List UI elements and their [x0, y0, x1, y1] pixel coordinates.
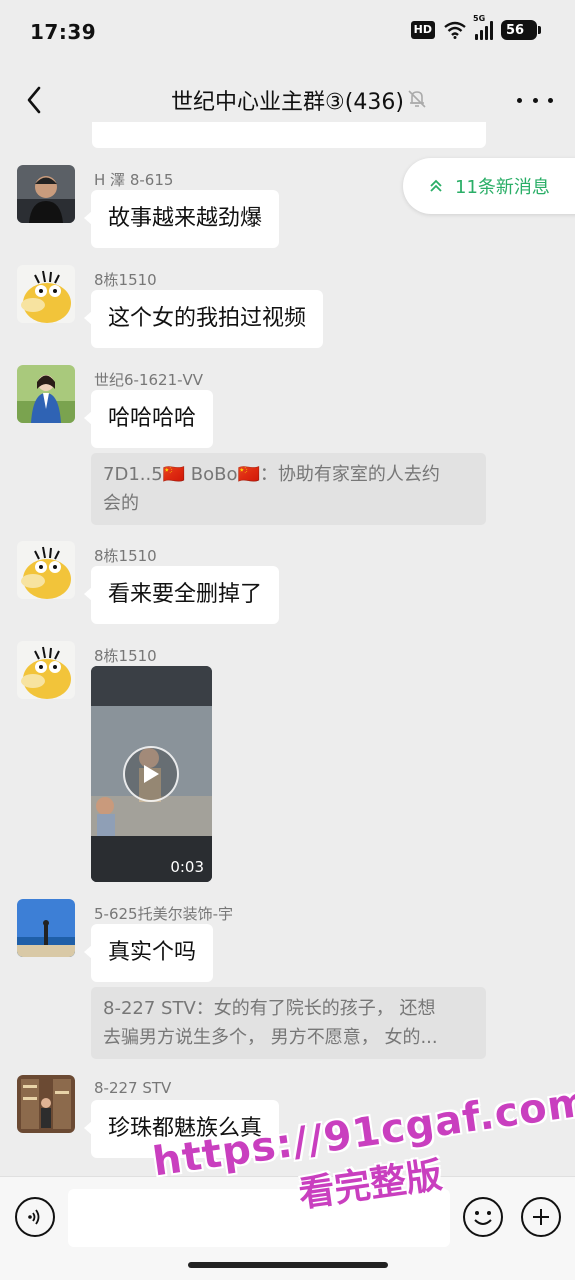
more-options-button[interactable]: [517, 86, 553, 114]
play-icon: [144, 765, 159, 783]
status-time: 17:39: [30, 20, 97, 44]
emoji-button[interactable]: [463, 1197, 503, 1237]
more-actions-button[interactable]: [521, 1197, 561, 1237]
avatar[interactable]: [17, 541, 75, 599]
voice-input-button[interactable]: [15, 1197, 55, 1237]
more-dot-icon: [517, 97, 522, 103]
voice-icon: [28, 1209, 40, 1225]
quoted-message[interactable]: 7D1..5🇨🇳 BoBo🇨🇳：协助有家室的人去约 会的: [91, 453, 486, 525]
hd-badge: HD: [410, 21, 435, 39]
message-bubble[interactable]: 珍珠都魅族么真: [83, 1100, 280, 1158]
wifi-icon: [444, 21, 466, 39]
status-icons: HD 5G 56: [410, 14, 541, 40]
quote-line: 8-227 STV：女的有了院长的孩子， 还想: [103, 998, 436, 1019]
sender-name: H 澤 8-615: [94, 171, 174, 189]
avatar[interactable]: [17, 899, 75, 957]
video-message[interactable]: 0:03: [91, 666, 212, 882]
quoted-message[interactable]: 8-227 STV：女的有了院长的孩子， 还想 去骗男方说生多个， 男方不愿意，…: [91, 987, 486, 1059]
battery-icon: 56: [501, 20, 541, 40]
play-button[interactable]: [123, 746, 179, 802]
video-duration: 0:03: [170, 858, 204, 876]
avatar[interactable]: [17, 165, 75, 223]
network-type: 5G: [473, 14, 486, 23]
sender-name: 5-625托美尔装饰-宇: [94, 905, 233, 923]
new-messages-button[interactable]: 11条新消息: [403, 158, 575, 214]
status-bar: 17:39 HD 5G 56: [0, 0, 575, 66]
sender-name: 8-227 STV: [94, 1079, 172, 1097]
more-dot-icon: [532, 97, 538, 103]
message-bubble[interactable]: 真实个吗: [83, 924, 214, 982]
double-chevron-up-icon: [430, 179, 442, 192]
message-bubble[interactable]: 看来要全删掉了: [83, 566, 280, 624]
chat-title: 世纪中心业主群③(436): [171, 90, 404, 115]
plus-icon: [533, 1209, 549, 1225]
sender-name: 8栋1510: [94, 647, 157, 665]
more-dot-icon: [548, 97, 553, 103]
sender-name: 世纪6-1621-VV: [94, 371, 204, 389]
new-messages-label: 11条新消息: [455, 177, 550, 198]
avatar[interactable]: [17, 365, 75, 423]
home-indicator: [188, 1262, 388, 1268]
message-input[interactable]: [68, 1189, 450, 1247]
message-bubble[interactable]: 这个女的我拍过视频: [83, 290, 324, 348]
avatar[interactable]: [17, 265, 75, 323]
quote-line: 去骗男方说生多个， 男方不愿意， 女的...: [103, 1027, 438, 1048]
quote-line: 7D1..5🇨🇳 BoBo🇨🇳：协助有家室的人去约: [103, 464, 440, 485]
mute-bell-icon: [408, 90, 426, 108]
quote-line: 会的: [103, 493, 139, 514]
message-bubble[interactable]: 故事越来越劲爆: [83, 190, 280, 248]
sender-name: 8栋1510: [94, 271, 157, 289]
smiley-icon: [474, 1211, 492, 1225]
battery-level: 56: [506, 22, 525, 38]
sender-name: 8栋1510: [94, 547, 157, 565]
cellular-signal-icon: 5G: [473, 14, 493, 40]
message-bubble[interactable]: 哈哈哈哈: [83, 390, 214, 448]
avatar[interactable]: [17, 1075, 75, 1133]
avatar[interactable]: [17, 641, 75, 699]
previous-message-bubble: [92, 122, 486, 148]
